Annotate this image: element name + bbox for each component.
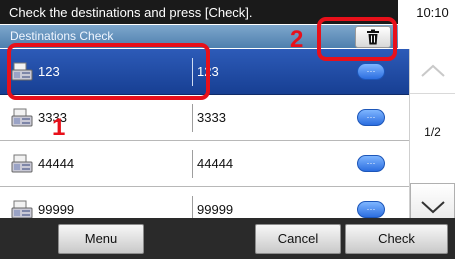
ellipsis-icon: ··· <box>366 204 376 214</box>
destination-name: 3333 <box>38 110 67 125</box>
destination-row[interactable]: 44444 44444 ··· <box>0 141 409 187</box>
trash-icon <box>367 29 379 45</box>
destination-name: 123 <box>38 64 60 79</box>
chevron-up-icon <box>420 64 445 77</box>
clock-time: 10:10 <box>416 5 449 20</box>
fax-machine-icon <box>11 200 33 219</box>
ellipsis-icon: ··· <box>366 112 376 122</box>
ellipsis-icon: ··· <box>366 66 376 76</box>
destination-name: 44444 <box>38 156 75 171</box>
destination-number: 44444 <box>197 156 234 171</box>
delete-button[interactable] <box>355 26 391 48</box>
destination-row[interactable]: 3333 3333 ··· <box>0 95 409 141</box>
detail-button[interactable]: ··· <box>357 201 385 218</box>
chevron-down-icon <box>420 200 445 213</box>
page-indicator: 1/2 <box>424 125 441 139</box>
destination-number: 3333 <box>197 110 226 125</box>
ellipsis-icon: ··· <box>366 158 376 168</box>
destination-number: 123 <box>197 64 219 79</box>
column-divider <box>192 58 193 86</box>
detail-button[interactable]: ··· <box>357 63 385 80</box>
fax-machine-icon <box>11 62 33 81</box>
column-divider <box>192 104 193 132</box>
cancel-button[interactable]: Cancel <box>255 224 341 254</box>
check-button[interactable]: Check <box>345 224 448 254</box>
destination-row[interactable]: 123 123 ··· <box>0 49 409 95</box>
column-divider <box>192 150 193 178</box>
detail-button[interactable]: ··· <box>357 155 385 172</box>
detail-button[interactable]: ··· <box>357 109 385 126</box>
screen-title: Destinations Check <box>0 25 398 48</box>
fax-machine-icon <box>11 154 33 173</box>
menu-button[interactable]: Menu <box>58 224 144 254</box>
scroll-up-button[interactable] <box>410 49 455 94</box>
instruction-message: Check the destinations and press [Check]… <box>0 0 398 24</box>
fax-machine-icon <box>11 108 33 127</box>
